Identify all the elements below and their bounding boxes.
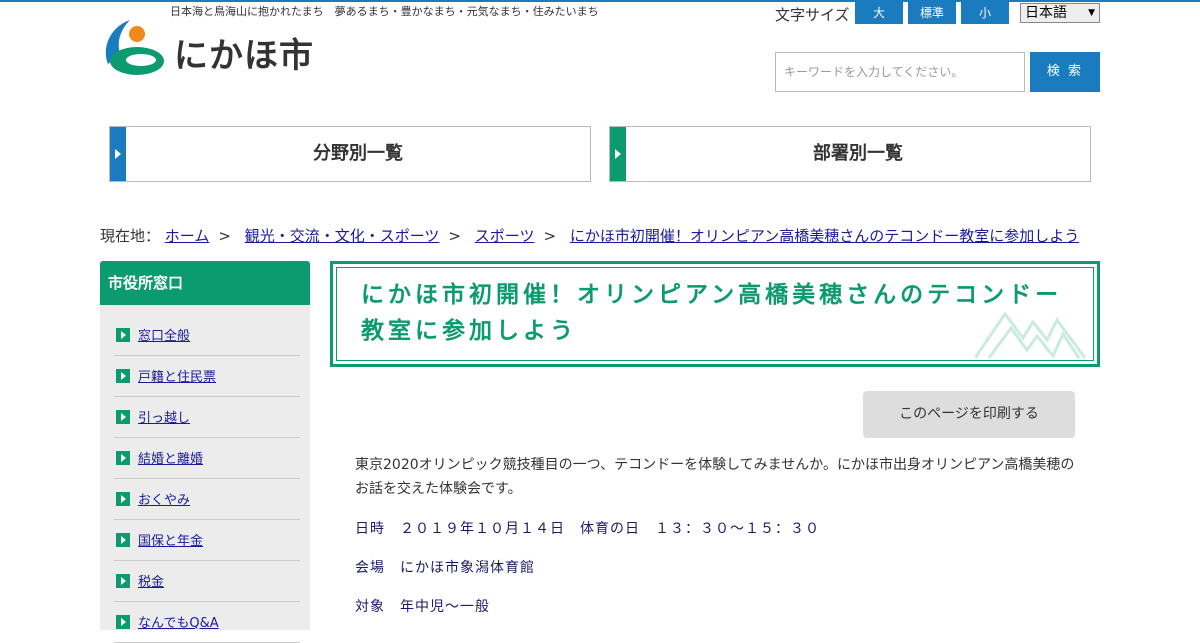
nav-accent-bar (110, 127, 126, 181)
sidebar-title: 市役所窓口 (100, 261, 310, 313)
breadcrumb-link-tourism[interactable]: 観光・交流・文化・スポーツ (245, 227, 440, 245)
breadcrumb-link-sports[interactable]: スポーツ (475, 227, 535, 245)
sidebar-item-faq[interactable]: なんでもQ&A (114, 602, 300, 643)
breadcrumb-separator: > (543, 227, 557, 245)
sidebar-item-moving[interactable]: 引っ越し (114, 397, 300, 438)
arrow-right-icon (116, 451, 130, 465)
arrow-right-icon (116, 615, 130, 629)
sidebar-item-label[interactable]: 結婚と離婚 (138, 448, 203, 467)
sidebar-menu: 窓口全般 戸籍と住民票 引っ越し 結婚と離婚 おくやみ 国保と年金 税金 なんで… (100, 305, 310, 643)
sidebar-title-text: 市役所窓口 (108, 274, 184, 292)
city-name-logo-text: にかほ市 (174, 36, 314, 76)
search-input[interactable]: キーワードを入力してください。 (775, 52, 1025, 92)
event-datetime: 日時 ２０１９年１０月１４日 体育の日 １３：３０～１５：３０ (355, 521, 820, 537)
intro-paragraph: 東京2020オリンピック競技種目の一つ、テコンドーを体験してみませんか。にかほ市… (355, 457, 1075, 497)
sidebar-item-counter-general[interactable]: 窓口全般 (114, 315, 300, 356)
chevron-down-icon: ▼ (1088, 8, 1095, 18)
breadcrumb-link-home[interactable]: ホーム (165, 227, 210, 245)
breadcrumb-prefix: 現在地： (100, 227, 161, 245)
nav-by-field-label: 分野別一覧 (313, 143, 403, 164)
arrow-right-icon (116, 410, 130, 424)
arrow-right-icon (615, 149, 621, 159)
sidebar-item-insurance-pension[interactable]: 国保と年金 (114, 520, 300, 561)
font-size-small-button[interactable]: 小 (961, 2, 1009, 24)
font-size-standard-button[interactable]: 標準 (908, 2, 956, 24)
sidebar-item-label[interactable]: 税金 (138, 571, 164, 590)
sidebar-item-label[interactable]: 窓口全般 (138, 325, 190, 344)
search-button[interactable]: 検 索 (1030, 52, 1100, 92)
event-venue: 会場 にかほ市象潟体育館 (355, 560, 535, 576)
arrow-right-icon (115, 149, 121, 159)
page-title: にかほ市初開催！オリンピアン高橋美穂さんのテコンドー教室に参加しよう (361, 282, 1063, 344)
sidebar-item-label[interactable]: おくやみ (138, 489, 190, 508)
font-size-label: 文字サイズ (775, 6, 850, 24)
breadcrumb-link-current[interactable]: にかほ市初開催！オリンピアン高橋美穂さんのテコンドー教室に参加しよう (570, 227, 1079, 245)
nav-by-field-button[interactable]: 分野別一覧 (109, 126, 591, 182)
sidebar-item-label[interactable]: 引っ越し (138, 407, 190, 426)
sidebar-item-label[interactable]: 国保と年金 (138, 530, 203, 549)
arrow-right-icon (116, 369, 130, 383)
site-logo[interactable]: にかほ市 (100, 12, 313, 78)
breadcrumb-separator: > (218, 227, 231, 245)
arrow-right-icon (116, 574, 130, 588)
sidebar-item-family-register[interactable]: 戸籍と住民票 (114, 356, 300, 397)
nav-by-department-label: 部署別一覧 (813, 143, 903, 164)
sidebar-item-label[interactable]: なんでもQ&A (138, 612, 219, 631)
nav-by-department-button[interactable]: 部署別一覧 (609, 126, 1091, 182)
breadcrumb: 現在地： ホーム > 観光・交流・文化・スポーツ > スポーツ > にかほ市初開催！オ… (100, 225, 1079, 246)
print-page-button[interactable]: このページを印刷する (863, 391, 1075, 438)
language-select-value: 日本語 (1025, 5, 1067, 21)
arrow-right-icon (116, 533, 130, 547)
page-title-box: にかほ市初開催！オリンピアン高橋美穂さんのテコンドー教室に参加しよう (330, 261, 1100, 367)
breadcrumb-separator: > (448, 227, 461, 245)
city-emblem-icon (105, 20, 164, 75)
font-size-large-button[interactable]: 大 (855, 2, 903, 24)
sidebar-item-marriage[interactable]: 結婚と離婚 (114, 438, 300, 479)
event-target: 対象 年中児～一般 (355, 599, 490, 615)
nav-accent-bar (610, 127, 626, 181)
language-select[interactable]: 日本語 ▼ (1020, 3, 1100, 23)
sidebar-item-tax[interactable]: 税金 (114, 561, 300, 602)
arrow-right-icon (116, 492, 130, 506)
top-accent-line (0, 0, 1200, 2)
sidebar-item-condolence[interactable]: おくやみ (114, 479, 300, 520)
sidebar-item-label[interactable]: 戸籍と住民票 (138, 366, 216, 385)
arrow-right-icon (116, 328, 130, 342)
